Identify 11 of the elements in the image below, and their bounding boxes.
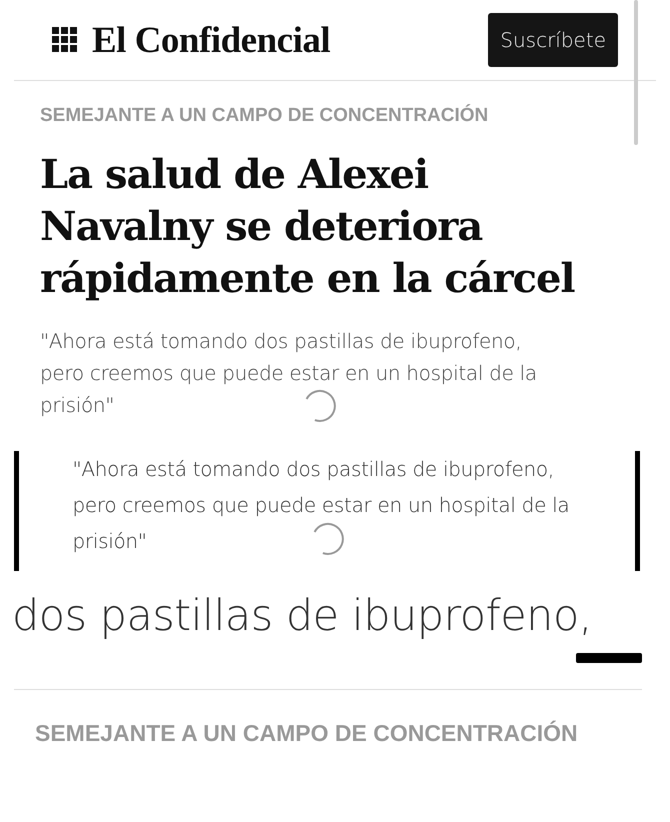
pull-quote: "Ahora está tomando dos pastillas de ibuprofeno, pero creemos que puede estar en un hospital de la prisión" (72, 456, 570, 555)
subscribe-button[interactable]: Suscríbete (488, 13, 618, 67)
site-logo[interactable]: El Confidencial (92, 18, 330, 62)
article-kicker: SEMEJANTE A UN CAMPO DE CONCENTRACIÓN (34, 720, 579, 747)
dash-mark (576, 653, 642, 663)
scrollbar[interactable] (634, 0, 638, 145)
zoomed-quote-text: dos pastillas de ibuprofeno, (11, 591, 593, 641)
menu-icon[interactable] (52, 27, 78, 53)
article-kicker: SEMEJANTE A UN CAMPO DE CONCENTRACIÓN (39, 105, 490, 127)
article-subtitle: "Ahora está tomando dos pastillas de ibuprofeno, pero creemos que puede estar en un hospital de la prisión" (40, 328, 538, 419)
article-headline: La salud de Alexei Navalny se deteriora rápidamente en la cárcel (40, 150, 576, 304)
